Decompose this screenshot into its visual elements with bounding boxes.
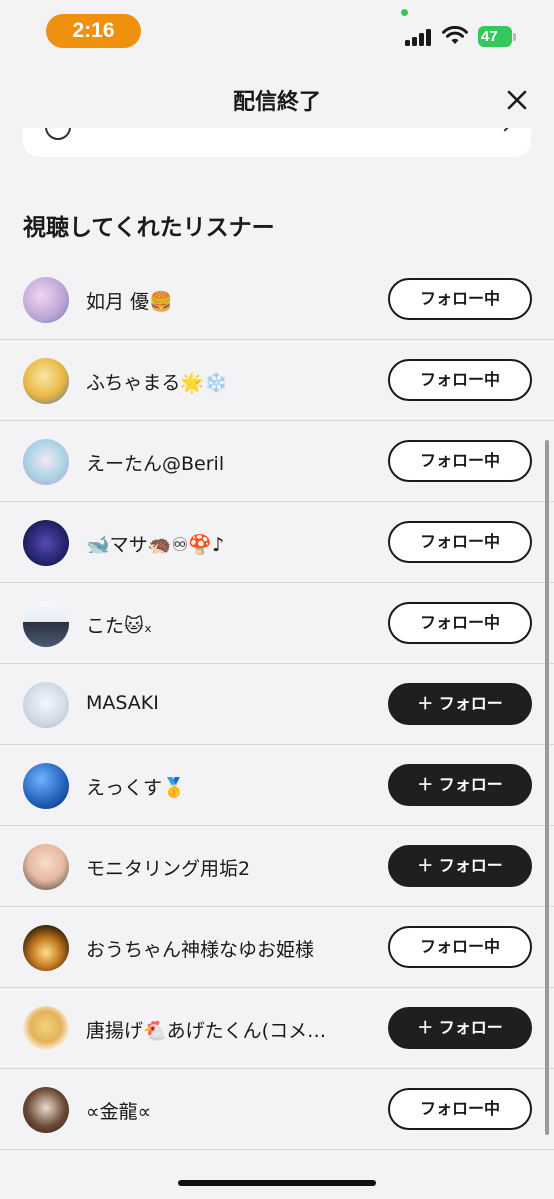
person-icon xyxy=(45,128,71,140)
avatar[interactable] xyxy=(23,844,69,890)
scrollbar[interactable] xyxy=(545,440,549,1135)
following-button[interactable]: フォロー中 xyxy=(388,440,532,482)
page-title: 配信終了 xyxy=(232,89,321,114)
listener-name[interactable]: モニタリング用垢2 xyxy=(86,854,250,881)
listener-name[interactable]: 如月 優🍔 xyxy=(86,287,173,314)
following-button[interactable]: フォロー中 xyxy=(388,926,532,968)
avatar[interactable] xyxy=(23,358,69,404)
list-item: おうちゃん神様なゆお姫様 フォロー中 xyxy=(0,907,554,988)
avatar[interactable] xyxy=(23,1006,69,1052)
listener-name[interactable]: ふちゃまる🌟❄️ xyxy=(86,368,228,395)
wifi-icon xyxy=(442,26,468,44)
section-title: 視聴してくれたリスナー xyxy=(23,214,275,240)
list-item: MASAKI ＋ フォロー xyxy=(0,664,554,745)
following-button[interactable]: フォロー中 xyxy=(388,1088,532,1130)
privacy-indicator xyxy=(401,9,408,16)
list-item: ∝金龍∝ フォロー中 xyxy=(0,1069,554,1150)
listener-name[interactable]: 唐揚げ🐔あげたくん(コメ… xyxy=(86,1016,326,1043)
list-item: モニタリング用垢2 ＋ フォロー xyxy=(0,826,554,907)
following-button[interactable]: フォロー中 xyxy=(388,602,532,644)
battery-icon: 47 xyxy=(478,26,512,47)
follow-button[interactable]: ＋ フォロー xyxy=(388,683,532,725)
listener-name[interactable]: えーたん@Beril xyxy=(86,449,224,476)
listener-list: 如月 優🍔 フォロー中 ふちゃまる🌟❄️ フォロー中 えーたん@Beril フォ… xyxy=(0,259,554,1150)
following-button[interactable]: フォロー中 xyxy=(388,521,532,563)
avatar[interactable] xyxy=(23,439,69,485)
avatar[interactable] xyxy=(23,763,69,809)
list-item: 唐揚げ🐔あげたくん(コメ… ＋ フォロー xyxy=(0,988,554,1069)
list-item: 如月 優🍔 フォロー中 xyxy=(0,259,554,340)
follow-button[interactable]: ＋ フォロー xyxy=(388,1007,532,1049)
avatar[interactable] xyxy=(23,520,69,566)
list-item: こた🐱ₓ フォロー中 xyxy=(0,583,554,664)
status-time: 2:16 xyxy=(46,14,141,48)
listener-name[interactable]: 🐋マサ🦔♾🍄♪ xyxy=(86,530,224,557)
summary-card xyxy=(23,128,531,157)
avatar[interactable] xyxy=(23,601,69,647)
avatar[interactable] xyxy=(23,925,69,971)
avatar[interactable] xyxy=(23,682,69,728)
avatar[interactable] xyxy=(23,277,69,323)
listener-name[interactable]: ∝金龍∝ xyxy=(86,1097,151,1124)
chevron-right-icon xyxy=(499,128,511,132)
follow-button[interactable]: ＋ フォロー xyxy=(388,845,532,887)
following-button[interactable]: フォロー中 xyxy=(388,359,532,401)
listener-name[interactable]: MASAKI xyxy=(86,692,159,714)
home-indicator[interactable] xyxy=(178,1180,376,1186)
list-item: ふちゃまる🌟❄️ フォロー中 xyxy=(0,340,554,421)
listener-name[interactable]: こた🐱ₓ xyxy=(86,611,152,638)
list-item: 🐋マサ🦔♾🍄♪ フォロー中 xyxy=(0,502,554,583)
signal-icon xyxy=(405,28,433,46)
listener-name[interactable]: えっくす🥇 xyxy=(86,773,186,800)
listener-name[interactable]: おうちゃん神様なゆお姫様 xyxy=(86,935,314,962)
following-button[interactable]: フォロー中 xyxy=(388,278,532,320)
status-bar: 2:16 47 xyxy=(0,0,554,64)
battery-cap xyxy=(513,33,516,41)
avatar[interactable] xyxy=(23,1087,69,1133)
close-icon[interactable] xyxy=(505,88,529,112)
follow-button[interactable]: ＋ フォロー xyxy=(388,764,532,806)
list-item: えーたん@Beril フォロー中 xyxy=(0,421,554,502)
list-item: えっくす🥇 ＋ フォロー xyxy=(0,745,554,826)
